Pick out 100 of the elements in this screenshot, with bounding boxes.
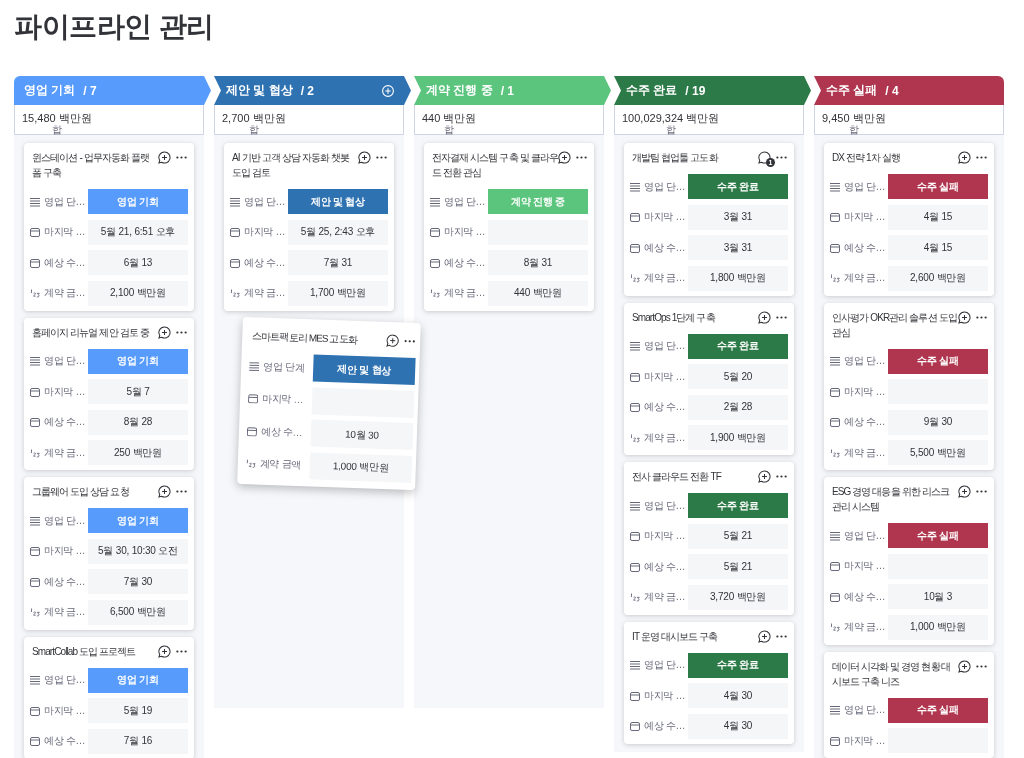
status-label[interactable]: 수주 완료 [688, 493, 788, 518]
status-label[interactable]: 수주 실패 [888, 174, 988, 199]
more-icon[interactable] [176, 156, 187, 159]
date-field[interactable]: 5월 20 [688, 364, 788, 389]
calendar-icon [830, 417, 840, 427]
more-icon[interactable] [176, 330, 187, 334]
more-icon[interactable] [976, 156, 987, 159]
add-comment-icon[interactable] [386, 333, 400, 347]
deal-card[interactable]: 홈페이지 리뉴얼 제안 검토 중 영업 단… 영업 기회 마지막 … 5월 7 예상 수… 8월 28 계약 금… 250 백만원 [24, 317, 194, 470]
amount-field[interactable]: 2,600 백만원 [888, 265, 988, 291]
column-header[interactable]: 수주 실패 / 4 [814, 76, 1004, 105]
date-field[interactable]: 4월 30 [688, 713, 788, 739]
date-field[interactable]: 8월 28 [88, 409, 188, 435]
add-comment-icon[interactable] [158, 644, 171, 658]
date-field[interactable] [311, 386, 415, 417]
more-icon[interactable] [176, 490, 187, 493]
field-label: 마지막 … [844, 384, 886, 399]
more-icon[interactable] [776, 634, 787, 638]
more-icon[interactable] [776, 315, 787, 319]
date-field[interactable]: 5월 19 [88, 698, 188, 723]
amount-field[interactable]: 250 백만원 [88, 440, 188, 465]
field-label: 마지막 … [844, 559, 886, 573]
status-label[interactable]: 수주 완료 [688, 174, 788, 199]
add-comment-icon[interactable] [158, 151, 171, 164]
amount-field[interactable]: 6,500 백만원 [88, 599, 188, 625]
more-icon[interactable] [376, 156, 387, 159]
date-field[interactable]: 5월 21, 6:51 오후 [88, 219, 188, 245]
deal-card[interactable]: 데이터 시각화 및 경영 현황 대시보드 구축 니즈 영업 단… 수주 실패 마지막 … [824, 651, 994, 758]
add-comment-icon[interactable] [358, 151, 371, 164]
field-label: 예상 수… [44, 574, 86, 589]
deal-card[interactable]: SmartCollab 도입 프로젝트 영업 단… 영업 기회 마지막 … 5월 19 예상 수… 7월 16 [24, 636, 194, 758]
deal-card[interactable]: IT 운영 대시보드 구축 영업 단… 수주 완료 마지막 … 4월 30 예상 수… 4월 30 [624, 621, 794, 744]
status-label[interactable]: 수주 실패 [888, 348, 988, 374]
status-label[interactable]: 수주 완료 [688, 333, 788, 359]
amount-field[interactable]: 1,900 백만원 [688, 425, 788, 450]
amount-field[interactable]: 440 백만원 [488, 280, 588, 306]
date-field[interactable]: 2월 28 [688, 394, 788, 420]
date-field[interactable]: 7월 31 [288, 250, 388, 275]
date-field[interactable]: 7월 30 [88, 569, 188, 594]
date-field[interactable]: 10월 30 [310, 418, 414, 450]
date-field[interactable]: 6월 13 [88, 250, 188, 275]
amount-field[interactable]: 5,500 백만원 [888, 440, 988, 465]
amount-field[interactable]: 1,000 백만원 [309, 451, 413, 482]
add-comment-icon[interactable] [758, 629, 771, 643]
more-icon[interactable] [776, 156, 787, 159]
calendar-icon [247, 392, 259, 403]
date-field[interactable]: 5월 21 [688, 554, 788, 579]
more-icon[interactable] [976, 664, 987, 668]
more-icon[interactable] [776, 475, 787, 478]
status-label[interactable]: 수주 실패 [888, 697, 988, 723]
deal-card[interactable]: 전사 클라우드 전환 TF 영업 단… 수주 완료 마지막 … 5월 21 예상 수… 5월 21 계약 금… 3,720 백만원 [624, 462, 794, 615]
amount-field[interactable]: 1,700 백만원 [288, 280, 388, 306]
date-field[interactable]: 9월 30 [888, 409, 988, 435]
date-field[interactable]: 5월 30, 10:30 오전 [88, 538, 188, 564]
add-comment-icon[interactable] [958, 310, 971, 324]
deal-card[interactable]: 그룹웨어 도입 상담 요청 영업 단… 영업 기회 마지막 … 5월 30, 10:30 오전 예상 수… 7월 30 계약 금… 6,500 백만원 [24, 477, 194, 630]
more-icon[interactable] [576, 156, 587, 159]
date-field[interactable]: 4월 15 [888, 235, 988, 260]
date-field[interactable]: 7월 16 [88, 728, 188, 754]
add-comment-icon[interactable] [158, 325, 171, 339]
amount-field[interactable]: 1,000 백만원 [888, 614, 988, 640]
column-header[interactable]: 제안 및 협상 / 2 [214, 76, 411, 105]
comment-icon[interactable] [758, 151, 771, 164]
date-field[interactable]: 3월 31 [688, 204, 788, 230]
deal-card[interactable]: 스마트팩토리 MES 고도화 영업 단계 제안 및 협상 마지막 … 예상 수… 10월 30 계약 금액 1,000 백만원 [237, 316, 421, 490]
add-icon[interactable] [382, 84, 394, 97]
status-label[interactable]: 제안 및 협상 [312, 353, 416, 385]
deal-card[interactable]: 인사평가 OKR관리 솔루션 도입 관심 영업 단… 수주 실패 마지막 … 예상 수… 9월 30 계약 금… 5,500 백만원 [824, 302, 994, 470]
column-header[interactable]: 수주 완료 / 19 [614, 76, 811, 105]
amount-field[interactable]: 2,100 백만원 [88, 280, 188, 306]
more-icon[interactable] [404, 339, 416, 343]
add-comment-icon[interactable] [958, 485, 971, 498]
date-field[interactable]: 4월 15 [888, 204, 988, 230]
deal-card[interactable]: 윈스테이션 - 업무자동화 플랫폼 구축 영업 단… 영업 기회 마지막 … 5월 21, 6:51 오후 예상 수… 6월 13 계약 금… 2,100 백만원 [24, 143, 194, 311]
date-field[interactable]: 5월 25, 2:43 오후 [288, 219, 388, 245]
more-icon[interactable] [976, 490, 987, 493]
add-comment-icon[interactable] [958, 151, 971, 164]
date-field[interactable]: 4월 30 [688, 683, 788, 708]
deal-card[interactable]: SmartOps 1단계 구축 영업 단… 수주 완료 마지막 … 5월 20 예상 수… 2월 28 계약 금… 1,900 백만원 [624, 302, 794, 455]
status-label[interactable]: 수주 실패 [888, 523, 988, 548]
date-field[interactable]: 10월 3 [888, 584, 988, 609]
more-icon[interactable] [976, 315, 987, 319]
amount-field[interactable]: 1,800 백만원 [688, 265, 788, 291]
date-field[interactable]: 5월 21 [688, 523, 788, 549]
deal-card[interactable]: DX 전략 1차 실행 영업 단… 수주 실패 마지막 … 4월 15 예상 수… 4월 15 계약 금… 2,600 백만원 [824, 143, 994, 296]
add-comment-icon[interactable] [558, 151, 571, 164]
date-field[interactable]: 3월 31 [688, 235, 788, 260]
add-comment-icon[interactable] [758, 310, 771, 324]
deal-card[interactable]: AI 기반 고객 상담 자동화 챗봇 도입 검토 영업 단… 제안 및 협상 마지막 … 5월 25, 2:43 오후 예상 수… 7월 31 계약 금… 1,700 백만원 [224, 143, 394, 311]
date-field[interactable]: 5월 7 [88, 379, 188, 404]
add-comment-icon[interactable] [158, 485, 171, 498]
amount-field[interactable]: 3,720 백만원 [688, 584, 788, 610]
status-label[interactable]: 제안 및 협상 [288, 189, 388, 214]
deal-card[interactable]: ESG 경영 대응을 위한 리스크 관리 시스템 영업 단… 수주 실패 마지막 … 예상 수… 10월 3 계약 금… 1,000 백만원 [824, 477, 994, 645]
more-icon[interactable] [176, 649, 187, 653]
add-comment-icon[interactable] [758, 470, 771, 483]
status-label[interactable]: 수주 완료 [688, 652, 788, 678]
date-field[interactable]: 8월 31 [488, 250, 588, 275]
deal-card[interactable]: 전자결재 시스템 구축 및 클라우드 전환 관심 영업 단… 계약 진행 중 마지막 … 예상 수… 8월 31 계약 금… 440 백만원 [424, 143, 594, 311]
add-comment-icon[interactable] [958, 659, 971, 673]
